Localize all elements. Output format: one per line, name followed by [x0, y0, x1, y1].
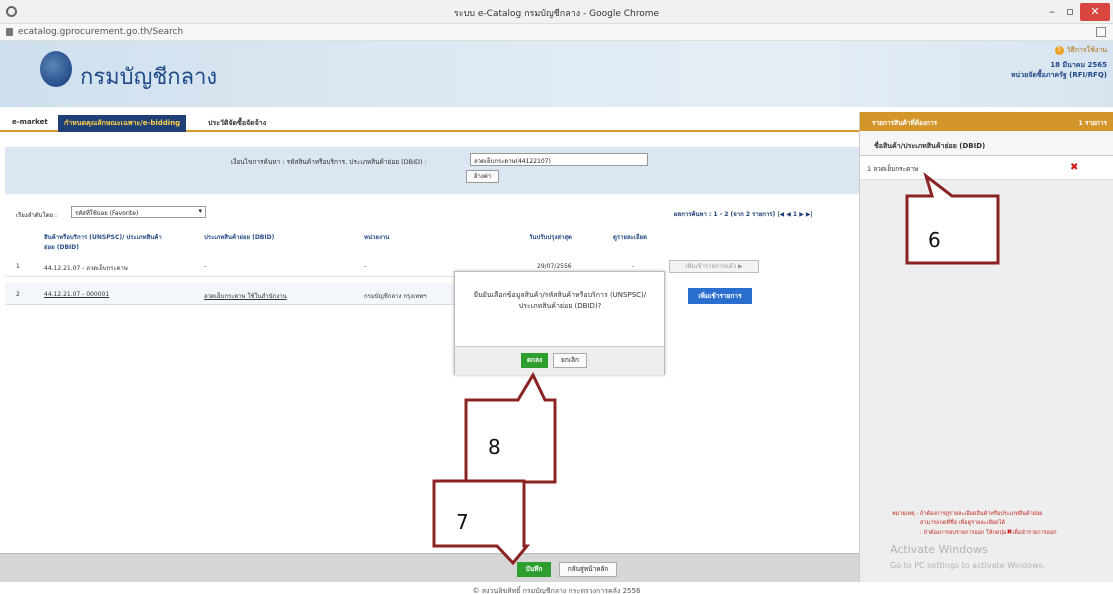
selected-item-label[interactable]: 1 ลวดเย็บกระดาษ — [867, 164, 918, 174]
note-line-3: : ถ้าต้องการลบรายการออก ให้กดปุ่ม — [920, 530, 1007, 536]
callout-7: 7 — [456, 510, 469, 534]
nav-spec-ebidding[interactable]: กำหนดคุณลักษณะเฉพาะ/e-bidding — [58, 115, 187, 132]
site-banner: กรมบัญชีกลาง ? วิธีการใช้งาน 18 มีนาคม 25… — [0, 41, 1113, 107]
pagination-icons[interactable]: |◀ ◀ 1 ▶ ▶| — [777, 211, 812, 218]
col-header-detail: ดูรายละเอียด — [613, 234, 647, 241]
row-updated: 29/07/2556 — [537, 263, 572, 270]
search-panel: เงื่อนไขการค้นหา : รหัสสินค้าหรือบริการ,… — [5, 147, 859, 194]
clear-button[interactable]: ล้างค่า — [466, 170, 499, 183]
ok-button[interactable]: ตกลง — [521, 353, 548, 368]
browser-titlebar: ระบบ e-Catalog กรมบัญชีกลาง - Google Chr… — [0, 0, 1113, 24]
col-header-dbid: ประเภทสินค้าย่อย (DBID) — [204, 234, 275, 241]
sort-select[interactable]: รหัสที่ใช้บ่อย (Favorite) ▾ — [71, 206, 206, 218]
delete-icon[interactable]: ✖ — [1070, 162, 1078, 173]
dialog-message: ยืนยันเลือกข้อมูลสินค้า/รหัสสินค้าหรือบร… — [473, 291, 647, 310]
bottom-action-bar: บันทึก กลับสู่หน้าหลัก — [0, 553, 859, 582]
results-text: ผลการค้นหา : 1 - 2 (จาก 2 รายการ) — [674, 211, 776, 218]
selected-item: 1 ลวดเย็บกระดาษ ✖ — [860, 156, 1113, 180]
row-agency: - — [364, 263, 367, 270]
copyright-footer: © สงวนลิขสิทธิ์ กรมบัญชีกลาง กระทรวงการค… — [472, 587, 641, 594]
help-link[interactable]: ? วิธีการใช้งาน — [1054, 45, 1107, 56]
save-button[interactable]: บันทึก — [517, 562, 551, 577]
callout-8: 8 — [488, 435, 501, 459]
row-code: 44.12.21.07 - ลวดเย็บกระดาษ — [44, 265, 128, 272]
row-dbid-link[interactable]: ลวดเย็บกระดาษ ใช้ในสำนักงาน — [204, 291, 287, 301]
note-line-1: หมายเหตุ : ถ้าต้องการดูรายละเอียดสินค้าห… — [892, 511, 1043, 517]
callout-7-shape — [432, 479, 531, 566]
panel-header: รายการสินค้าที่ต้องการ 1 รายการ — [860, 112, 1113, 131]
row-number: 2 — [16, 291, 20, 298]
row-number: 1 — [16, 263, 20, 270]
back-to-home-button[interactable]: กลับสู่หน้าหลัก — [559, 562, 617, 577]
url-text[interactable]: ecatalog.gprocurement.go.th/Search — [18, 27, 183, 37]
extension-icon[interactable] — [1096, 27, 1106, 37]
col-header-updated: วันปรับปรุงล่าสุด — [529, 234, 572, 241]
help-label: วิธีการใช้งาน — [1066, 46, 1107, 54]
cancel-button[interactable]: ยกเลิก — [553, 353, 587, 368]
note-line-4: เพื่อนำรายการออก — [1012, 530, 1057, 536]
note-line-2: สามารถกดที่ชื่อ เพื่อดูรายละเอียดได้ — [920, 520, 1006, 526]
close-button[interactable]: ✕ — [1080, 3, 1110, 21]
nav-procurement-history[interactable]: ประวัติจัดซื้อจัดจ้าง — [202, 115, 272, 132]
chevron-down-icon: ▾ — [198, 207, 202, 215]
help-icon: ? — [1054, 46, 1064, 55]
col-header-agency: หน่วยงาน — [364, 234, 390, 241]
sort-selected-value: รหัสที่ใช้บ่อย (Favorite) — [75, 210, 139, 217]
added-to-list-button[interactable]: เพิ่มเข้ารายการแล้ว ▶ — [669, 260, 759, 273]
activate-windows-hint: Go to PC settings to activate Windows. — [890, 561, 1046, 570]
activate-windows-watermark: Activate Windows — [890, 543, 988, 556]
search-input[interactable]: ลวดเย็บกระดาษ(44122107) — [470, 153, 648, 166]
row-code-link[interactable]: 44.12.21.07 - 000001 — [44, 291, 109, 298]
confirm-dialog: ยืนยันเลือกข้อมูลสินค้า/รหัสสินค้าหรือบร… — [454, 271, 665, 375]
selected-items-panel: รายการสินค้าที่ต้องการ 1 รายการ ชื่อสินค… — [859, 112, 1113, 582]
row-dbid: - — [204, 263, 207, 270]
panel-subheader: ชื่อสินค้า/ประเภทสินค้าย่อย (DBID) — [860, 131, 1113, 156]
panel-title: รายการสินค้าที่ต้องการ — [872, 119, 938, 127]
results-summary: ผลการค้นหา : 1 - 2 (จาก 2 รายการ) |◀ ◀ 1… — [674, 209, 813, 219]
minimize-button[interactable]: – — [1045, 3, 1059, 21]
maximize-button[interactable]: ▫ — [1063, 3, 1077, 21]
nav-emarket[interactable]: e-market — [6, 115, 54, 132]
add-to-list-button[interactable]: เพิ่มเข้ารายการ — [688, 288, 752, 304]
main-nav: e-market กำหนดคุณลักษณะเฉพาะ/e-bidding ป… — [0, 112, 859, 132]
logo-seal-icon — [40, 51, 72, 87]
panel-count: 1 รายการ — [1078, 119, 1107, 127]
callout-6: 6 — [928, 228, 941, 252]
panel-note: หมายเหตุ : ถ้าต้องการดูรายละเอียดสินค้าห… — [892, 510, 1113, 538]
window-title: ระบบ e-Catalog กรมบัญชีกลาง - Google Chr… — [453, 9, 660, 19]
row-detail[interactable]: - — [632, 263, 634, 270]
address-bar[interactable]: ecatalog.gprocurement.go.th/Search — [0, 24, 1113, 41]
sort-label: เรียงลำดับโดย : — [16, 212, 58, 219]
panel-subtitle: ชื่อสินค้า/ประเภทสินค้าย่อย (DBID) — [874, 142, 986, 150]
col-header-unspsc: สินค้าหรือบริการ (UNSPSC)/ ประเภทสินค้าย… — [44, 234, 162, 251]
dialog-footer: ตกลง ยกเลิก — [455, 346, 664, 375]
row-agency: กรมบัญชีกลาง กรุงเทพฯ — [364, 293, 427, 300]
lock-icon — [6, 28, 13, 36]
search-label: เงื่อนไขการค้นหา : รหัสสินค้าหรือบริการ,… — [231, 158, 427, 166]
header-unit: หน่วยจัดซื้อภาครัฐ (RFI/RFQ) — [1010, 71, 1107, 79]
logo-text: กรมบัญชีกลาง — [80, 65, 218, 90]
callout-8-shape — [464, 371, 557, 484]
